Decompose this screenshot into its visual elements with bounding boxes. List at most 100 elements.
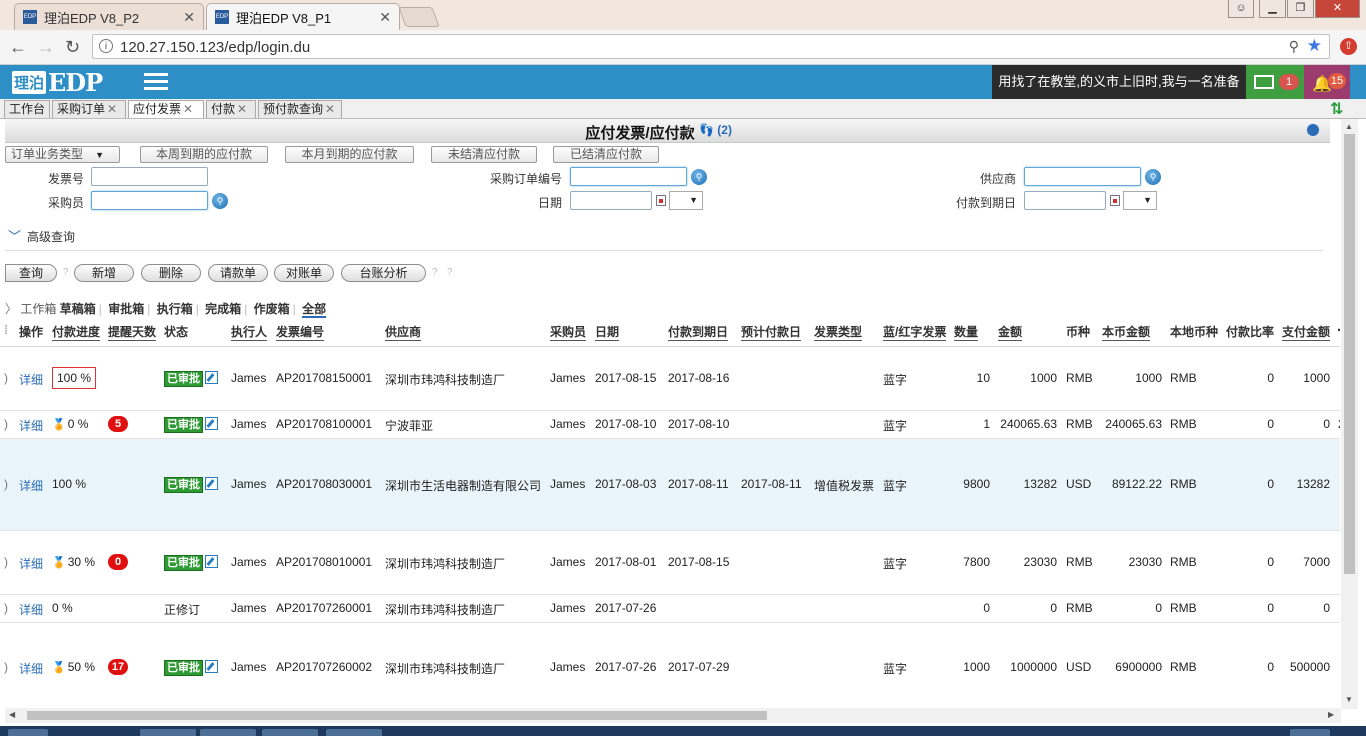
new-tab-button[interactable] [398, 7, 440, 27]
col-header-paid[interactable]: 支付金额 [1282, 323, 1331, 341]
unsettled-button[interactable]: 未结清应付款 [431, 146, 537, 163]
row-checkbox[interactable]: ) [4, 477, 8, 491]
table-row[interactable]: ) 详细 0 % 正修订 James AP201707260001 深圳市玮鸿科技制造厂 Ja… [0, 595, 1340, 623]
address-bar[interactable]: i 120.27.150.123/edp/login.du ⚲ ★ [92, 34, 1330, 59]
col-header-buyer[interactable]: 采购员 [550, 323, 587, 341]
browser-tab-p1[interactable]: EDP 理泊EDP V8_P1 ✕ [206, 3, 400, 30]
row-checkbox[interactable]: ) [4, 555, 8, 569]
help-icon[interactable]: ? [685, 125, 691, 136]
close-tab-icon[interactable]: ✕ [379, 9, 391, 26]
col-header-executor[interactable]: 执行人 [231, 323, 268, 341]
scroll-left-icon[interactable]: ◀ [9, 710, 15, 719]
box-tab-completed[interactable]: 完成箱 [205, 302, 241, 316]
supplier-search-icon[interactable]: ⚲ [1145, 169, 1161, 185]
zoom-icon[interactable]: ⚲ [1289, 38, 1299, 55]
due-this-month-button[interactable]: 本月到期的应付款 [285, 146, 414, 163]
browser-tab-p2[interactable]: EDP 理泊EDP V8_P2 ✕ [14, 3, 204, 30]
close-icon[interactable]: ✕ [183, 102, 193, 116]
notification-button[interactable]: 🔔 15 [1304, 65, 1350, 99]
table-row[interactable]: ) 详细 🏅 50 % 17 已审批 James AP201707260002 深圳市玮鸿科技制… [0, 623, 1340, 707]
back-icon[interactable]: ← [9, 37, 27, 58]
table-row[interactable]: ) 详细 🏅 30 % 0 已审批 James AP201708010001 深圳市玮鸿科技制造… [0, 531, 1340, 595]
settings-icon[interactable] [1306, 123, 1320, 137]
detail-link[interactable]: 详细 [19, 371, 43, 388]
due-date-calendar-icon[interactable] [1110, 195, 1120, 206]
detail-link[interactable]: 详细 [19, 477, 43, 494]
row-checkbox[interactable]: ) [4, 601, 8, 615]
online-users-link[interactable]: 👣 (2) [699, 123, 732, 137]
edit-icon[interactable] [205, 477, 218, 490]
col-header-date[interactable]: 日期 [595, 323, 620, 341]
detail-link[interactable]: 详细 [19, 601, 43, 618]
order-business-type-dropdown[interactable]: 订单业务类型 [5, 146, 120, 163]
row-checkbox[interactable]: ) [4, 660, 8, 674]
col-header-type[interactable]: 发票类型 [814, 323, 863, 341]
col-header-invoice-no[interactable]: 发票编号 [276, 323, 325, 341]
edit-icon[interactable] [205, 660, 218, 673]
tab-payable-invoice[interactable]: 应付发票 ✕ [128, 100, 204, 118]
delete-button[interactable]: 删除 [141, 264, 201, 282]
close-tab-icon[interactable]: ✕ [183, 9, 195, 26]
reload-icon[interactable]: ↻ [65, 37, 80, 58]
table-row[interactable]: ) 详细 100 % 已审批 James AP201708030001 深圳市生活电器制造有… [0, 439, 1340, 531]
box-tab-approval[interactable]: 审批箱 [108, 302, 144, 316]
add-button[interactable]: 新增 [74, 264, 134, 282]
col-header-qty[interactable]: 数量 [954, 323, 979, 341]
row-checkbox[interactable]: ) [4, 417, 8, 431]
due-date-input[interactable] [1024, 191, 1106, 210]
vertical-scroll-thumb[interactable] [1344, 134, 1355, 574]
tab-purchase-order[interactable]: 采购订单 ✕ [52, 100, 126, 118]
forward-icon[interactable]: → [37, 37, 55, 58]
col-header-supplier[interactable]: 供应商 [385, 323, 422, 341]
detail-link[interactable]: 详细 [19, 555, 43, 572]
horizontal-scroll-thumb[interactable] [27, 711, 767, 720]
refresh-icon[interactable]: ⇅ [1330, 99, 1343, 119]
detail-link[interactable]: 详细 [19, 660, 43, 677]
vertical-scrollbar[interactable]: ▲ ▼ [1341, 119, 1358, 709]
edit-icon[interactable] [205, 555, 218, 568]
po-search-icon[interactable]: ⚲ [691, 169, 707, 185]
help-icon[interactable]: ? [447, 267, 453, 278]
col-header-est[interactable]: 预计付款日 [741, 323, 802, 341]
bookmark-star-icon[interactable]: ★ [1307, 36, 1322, 56]
info-icon[interactable]: i [99, 39, 113, 53]
tab-workbench[interactable]: 工作台 [4, 100, 50, 118]
close-window-button[interactable]: ✕ [1315, 0, 1360, 18]
chevron-right-icon[interactable]: 〉 [5, 302, 17, 316]
ledger-analysis-button[interactable]: 台账分析 [341, 264, 426, 282]
tab-prepayment-query[interactable]: 预付款查询 ✕ [258, 100, 342, 118]
col-header-due[interactable]: 付款到期日 [668, 323, 729, 341]
col-header-local-amount[interactable]: 本币金额 [1102, 323, 1151, 341]
help-icon[interactable]: ? [432, 267, 438, 278]
po-no-input[interactable] [570, 167, 687, 186]
profile-icon[interactable]: ☺ [1228, 0, 1254, 18]
statement-button[interactable]: 对账单 [274, 264, 334, 282]
mail-button[interactable]: 1 [1246, 65, 1304, 99]
settled-button[interactable]: 已结清应付款 [553, 146, 659, 163]
close-icon[interactable]: ✕ [325, 102, 335, 116]
col-header-remind[interactable]: 提醒天数 [108, 323, 157, 341]
extension-icon[interactable]: ⇧ [1340, 38, 1357, 55]
close-icon[interactable]: ✕ [107, 102, 117, 116]
col-header-progress[interactable]: 付款进度 [52, 323, 101, 341]
edit-icon[interactable] [205, 417, 218, 430]
maximize-button[interactable]: ❐ [1287, 0, 1314, 18]
due-date-operator-select[interactable]: ▼ [1123, 191, 1157, 210]
box-tab-draft[interactable]: 草稿箱 [60, 302, 96, 316]
col-header-amount[interactable]: 金额 [998, 323, 1023, 341]
close-icon[interactable]: ✕ [237, 102, 247, 116]
row-checkbox[interactable]: ) [4, 371, 8, 385]
box-tab-work[interactable]: 工作箱 [20, 302, 56, 316]
buyer-input[interactable] [91, 191, 208, 210]
buyer-search-icon[interactable]: ⚲ [212, 193, 228, 209]
help-icon[interactable]: ? [63, 267, 69, 278]
col-header-color[interactable]: 蓝/红字发票 [883, 323, 947, 341]
supplier-input[interactable] [1024, 167, 1141, 186]
tab-payment[interactable]: 付款 ✕ [206, 100, 256, 118]
payment-request-button[interactable]: 请款单 [208, 264, 268, 282]
scroll-down-icon[interactable]: ▼ [1345, 695, 1353, 704]
table-row[interactable]: ) 详细 🏅 0 % 5 已审批 James AP201708100001 宁波菲亚 James 2… [0, 411, 1340, 439]
due-this-week-button[interactable]: 本周到期的应付款 [140, 146, 268, 163]
date-calendar-icon[interactable] [656, 195, 666, 206]
date-operator-select[interactable]: ▼ [669, 191, 703, 210]
